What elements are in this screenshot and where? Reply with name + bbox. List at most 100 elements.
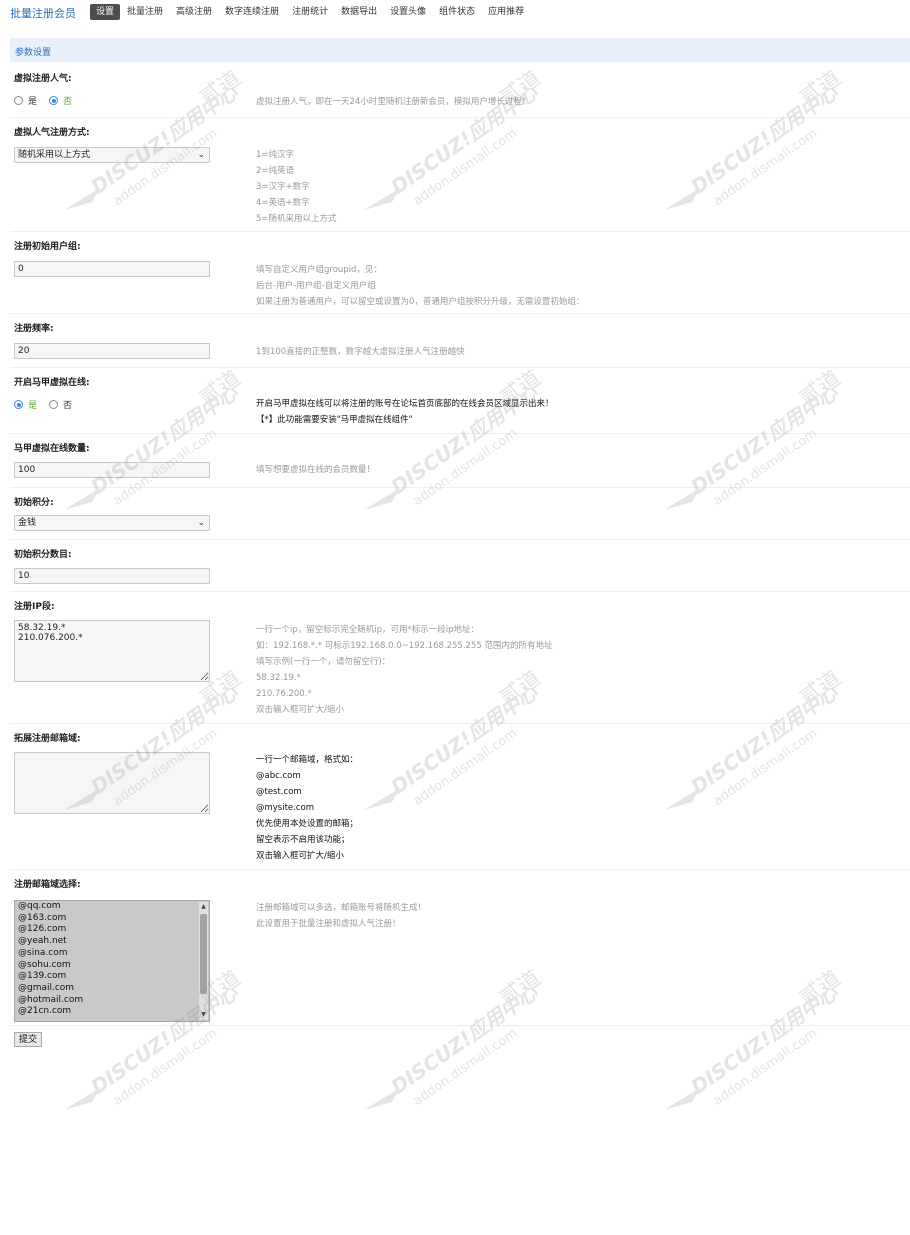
radio-no-label[interactable]: 否	[63, 94, 72, 107]
scroll-thumb[interactable]	[200, 914, 207, 994]
field-description: 开启马甲虚拟在线可以将注册的账号在论坛首页底部的在线会员区域显示出来！ 【*】此…	[256, 396, 554, 428]
app-title[interactable]: 批量注册会员	[10, 5, 76, 21]
nav-tab[interactable]: 高级注册	[170, 4, 218, 20]
vest-online-radio-group: 是 否	[14, 398, 84, 411]
field-description: 一行一个ip，留空标示完全随机ip，可用*标示一段ip地址： 如：192.168…	[256, 622, 552, 718]
row-ip-range: 注册IP段: 58.32.19.* 210.076.200.* 一行一个ip，留…	[10, 592, 910, 724]
field-label: 马甲虚拟在线数量:	[14, 444, 90, 454]
radio-no[interactable]	[49, 96, 59, 105]
frequency-input[interactable]	[14, 343, 210, 359]
radio-no-label[interactable]: 否	[63, 398, 72, 411]
field-description: 填写自定义用户组groupid，见： 后台-用户-用户组-自定义用户组 如果注册…	[256, 262, 584, 310]
nav-tab[interactable]: 设置头像	[384, 4, 432, 20]
desc-line: 开启马甲虚拟在线可以将注册的账号在论坛首页底部的在线会员区域显示出来！	[256, 399, 554, 409]
nav-tab[interactable]: 注册统计	[286, 4, 334, 20]
field-description: 填写想要虚拟在线的会员数量！	[256, 462, 375, 478]
field-label: 初始积分数目:	[14, 550, 72, 560]
list-item[interactable]: @sohu.com	[15, 960, 209, 972]
section-header: 参数设置	[10, 38, 910, 62]
email-domain-listbox[interactable]: @qq.com @163.com @126.com @yeah.net @sina.co…	[14, 900, 210, 1022]
row-initial-group: 注册初始用户组: 填写自定义用户组groupid，见： 后台-用户-用户组-自定…	[10, 232, 910, 314]
desc-line: 双击输入框可扩大/缩小	[256, 851, 344, 861]
list-item[interactable]: @163.com	[15, 913, 209, 925]
radio-yes[interactable]	[14, 96, 23, 105]
row-extra-email-domains: 拓展注册邮箱域: 一行一个邮箱域，格式如： @abc.com @test.com…	[10, 724, 910, 870]
desc-line: @test.com	[256, 787, 302, 797]
desc-line: 58.32.19.*	[256, 673, 301, 683]
desc-line: 填写自定义用户组groupid，见：	[256, 265, 382, 275]
desc-line: 虚拟注册人气，即在一天24小时里随机注册新会员，模拟用户增长过程！	[256, 97, 531, 107]
desc-line: 如：192.168.*.* 可标示192.168.0.0~192.168.255…	[256, 641, 553, 651]
radio-yes-label[interactable]: 是	[28, 94, 37, 107]
list-item[interactable]: @126.com	[15, 924, 209, 936]
desc-line: 5=随机采用以上方式	[256, 214, 337, 224]
field-description: 虚拟注册人气，即在一天24小时里随机注册新会员，模拟用户增长过程！	[256, 94, 530, 110]
desc-line: 填写想要虚拟在线的会员数量！	[256, 465, 376, 475]
watermark-url-text: addon.dismall.com	[411, 1026, 521, 1109]
scroll-down-arrow-icon[interactable]: ▼	[199, 1011, 208, 1019]
desc-line: 1到100直接的正整数，数字越大虚拟注册人气注册越快	[256, 347, 465, 357]
row-virtual-popularity: 虚拟注册人气: 是 否 虚拟注册人气，即在一天24小时里随机注册新会员，模拟用户…	[10, 64, 910, 118]
nav-tab[interactable]: 数字连续注册	[219, 4, 285, 20]
row-initial-credit-amount: 初始积分数目:	[10, 540, 910, 592]
listbox-items: @qq.com @163.com @126.com @yeah.net @sina.co…	[15, 901, 209, 1018]
desc-line: 一行一个ip，留空标示完全随机ip，可用*标示一段ip地址：	[256, 625, 480, 635]
list-item[interactable]: @139.com	[15, 971, 209, 983]
initial-credit-amount-input[interactable]	[14, 568, 210, 584]
field-description: 1=纯汉字 2=纯英语 3=汉字+数字 4=英语+数字 5=随机采用以上方式	[256, 147, 337, 227]
desc-line: 一行一个邮箱域，格式如：	[256, 755, 359, 765]
desc-line: 如果注册为普通用户，可以留空或设置为0，普通用户组按积分升级，无需设置初始组：	[256, 297, 585, 307]
nav-tab[interactable]: 设置	[90, 4, 121, 20]
ip-range-textarea[interactable]: 58.32.19.* 210.076.200.*	[14, 620, 210, 682]
list-item[interactable]: @qq.com	[15, 901, 209, 913]
nav-tabs: 设置 批量注册 高级注册 数字连续注册 注册统计 数据导出 设置头像 组件状态 应用推荐	[90, 4, 531, 20]
watermark-arrow-icon	[64, 1088, 100, 1110]
nav-tab[interactable]: 应用推荐	[482, 4, 530, 20]
listbox-scrollbar[interactable]: ▲ ▼	[199, 902, 208, 1020]
submit-button[interactable]: 提交	[14, 1032, 43, 1047]
desc-line: 4=英语+数字	[256, 198, 310, 208]
field-description: 一行一个邮箱域，格式如： @abc.com @test.com @mysite.…	[256, 752, 358, 864]
radio-yes[interactable]	[14, 400, 23, 409]
desc-line: 210.76.200.*	[256, 689, 312, 699]
scroll-up-arrow-icon[interactable]: ▲	[199, 903, 208, 911]
radio-yes-label[interactable]: 是	[28, 398, 37, 411]
watermark-url-text: addon.dismall.com	[711, 1026, 821, 1109]
desc-line: 【*】此功能需要安装"马甲虚拟在线组件"	[256, 415, 413, 425]
list-item[interactable]: @hotmail.com	[15, 995, 209, 1007]
row-vest-online-count: 马甲虚拟在线数量: 填写想要虚拟在线的会员数量！	[10, 434, 910, 488]
chevron-down-icon: ⌄	[197, 150, 205, 160]
list-item[interactable]: @21cn.com	[15, 1006, 209, 1018]
nav-tab[interactable]: 组件状态	[433, 4, 481, 20]
field-label: 注册频率:	[14, 324, 54, 334]
chevron-down-icon: ⌄	[197, 518, 205, 528]
list-item[interactable]: @yeah.net	[15, 936, 209, 948]
initial-credit-select[interactable]: 金钱 ⌄	[14, 515, 210, 531]
list-item[interactable]: @sina.com	[15, 948, 209, 960]
radio-no[interactable]	[49, 400, 59, 409]
row-frequency: 注册频率: 1到100直接的正整数，数字越大虚拟注册人气注册越快	[10, 314, 910, 368]
nav-tab[interactable]: 批量注册	[121, 4, 169, 20]
field-description: 1到100直接的正整数，数字越大虚拟注册人气注册越快	[256, 344, 465, 360]
desc-line: @abc.com	[256, 771, 301, 781]
desc-line: 注册邮箱域可以多选，邮箱账号将随机生成！	[256, 903, 427, 913]
virtual-popularity-radio-group: 是 否	[14, 94, 84, 107]
desc-line: 此设置用于批量注册和虚拟人气注册！	[256, 919, 401, 929]
field-label: 开启马甲虚拟在线:	[14, 378, 90, 388]
top-nav-bar: 批量注册会员 设置 批量注册 高级注册 数字连续注册 注册统计 数据导出 设置头像 组件状态应…	[0, 0, 910, 24]
desc-line: 3=汉字+数字	[256, 182, 310, 192]
desc-line: 优先使用本处设置的邮箱；	[256, 819, 359, 829]
select-value: 金钱	[18, 518, 37, 528]
nav-tab[interactable]: 数据导出	[335, 4, 383, 20]
vest-online-count-input[interactable]	[14, 462, 210, 478]
watermark-url-text: addon.dismall.com	[111, 1026, 221, 1109]
extra-email-domains-textarea[interactable]	[14, 752, 210, 814]
watermark-arrow-icon	[664, 1088, 700, 1110]
virtual-method-select[interactable]: 随机采用以上方式 ⌄	[14, 147, 210, 163]
field-label: 注册IP段:	[14, 602, 55, 612]
field-label: 虚拟人气注册方式:	[14, 128, 90, 138]
desc-line: 填写示例(一行一个，请勿留空行)：	[256, 657, 391, 667]
row-email-domain-select: 注册邮箱域选择: @qq.com @163.com @126.com @yeah.ne…	[10, 870, 910, 1026]
initial-group-input[interactable]	[14, 261, 210, 277]
list-item[interactable]: @gmail.com	[15, 983, 209, 995]
